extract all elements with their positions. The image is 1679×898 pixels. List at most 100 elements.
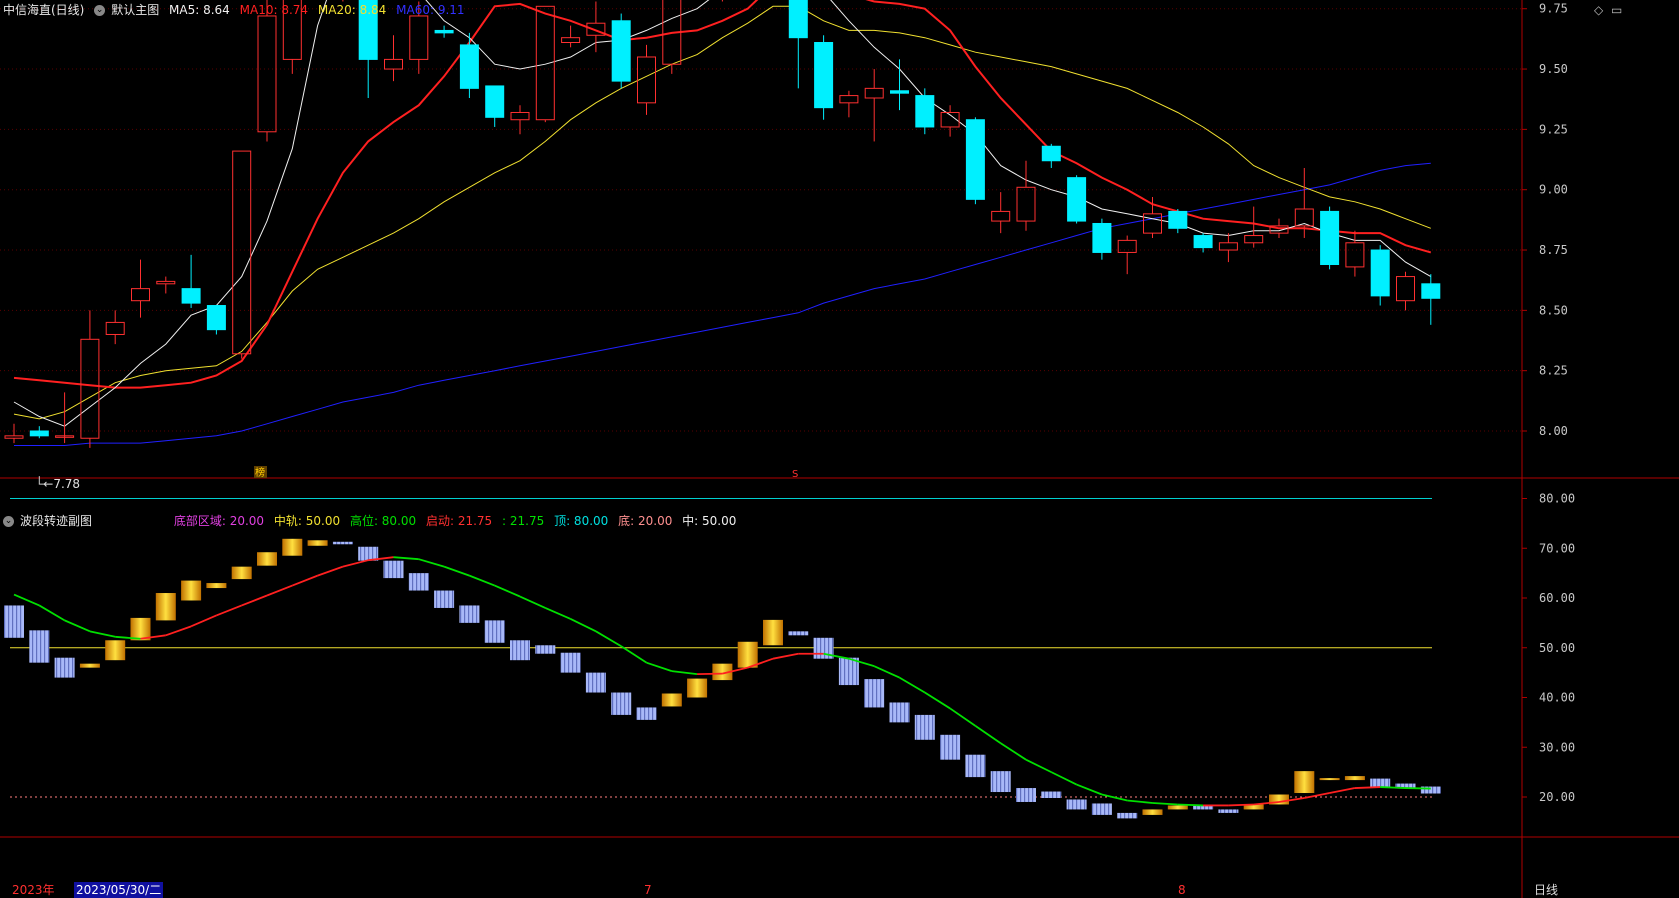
sub-axis-label: 80.00 [1539,492,1575,506]
trend-segment [1152,802,1178,806]
wave-bar-down [459,605,480,623]
stock-title[interactable]: 中信海直(日线) [3,3,84,17]
candle-up [131,288,150,302]
candle-up [105,321,125,335]
wave-bar-down [965,754,986,778]
low-price-label: ←7.78 [43,477,80,491]
candle-down [434,29,454,34]
wave-bar-down [1066,799,1087,810]
wave-bar-up [307,540,328,546]
trend-segment [317,565,344,577]
trend-segment [216,604,243,617]
sub-axis-label: 30.00 [1539,740,1575,754]
candle-up [384,58,403,70]
wave-bar-up [231,566,252,580]
wave-bar-down [864,679,885,708]
candle-up [156,280,176,285]
wave-bar-up [181,580,202,601]
top-label: 顶: 80.00 [554,514,609,528]
candle-down [206,305,226,331]
wave-bar-down [1218,809,1239,813]
main-axis-label: 9.00 [1539,183,1568,197]
sub-axis-label: 70.00 [1539,541,1575,555]
period-button[interactable]: 日线 [1534,882,1558,898]
wave-bar-up [79,663,100,668]
wave-bar-up [1167,805,1188,810]
main-axis-label: 8.50 [1539,303,1568,317]
trend-segment [595,630,622,648]
candle-down [485,85,505,118]
candle-down [1370,249,1390,297]
candle-up [535,5,555,121]
event-marker-s: S [792,469,798,480]
wave-bar-up [105,640,126,661]
ma60-line [14,162,1431,446]
trend-segment [266,584,293,597]
mid-label: 中: 50.00 [682,514,737,528]
stock-chart[interactable]: 11.0010.7510.5010.2510.009.759.509.259.0… [0,0,1679,898]
candle-up [257,15,277,133]
trend-segment [13,593,40,607]
main-axis-label: 8.75 [1539,243,1568,257]
candle-down [965,119,985,200]
trend-segment [1354,786,1381,789]
candle-up [80,338,100,439]
candle-up [561,37,581,44]
cursor-date: 2023/05/30/二 [74,882,164,898]
ma5-label: MA5: 8.64 [169,3,230,17]
candle-down [1193,235,1213,249]
candle-up [991,210,1011,222]
mid-track-label: 中轨: 50.00 [273,514,341,528]
wave-bar-up [661,693,682,707]
indicator-select[interactable]: 默认主图 [111,3,159,17]
candle-down [890,90,909,94]
candle-up [1016,186,1036,222]
wave-bar-down [510,640,530,661]
candle-up [1244,235,1264,244]
trend-segment [1177,803,1204,807]
trend-segment [1000,742,1027,761]
main-axis-label: 9.75 [1539,2,1568,16]
candle-up [4,435,24,439]
wave-bar-down [889,702,910,723]
trend-segment [772,652,799,660]
wave-bar-down [383,560,404,579]
trend-segment [949,707,976,727]
trend-segment [342,559,369,568]
wave-bar-up [687,678,708,698]
trend-segment [519,595,546,609]
start2-label: : 21.75 [502,514,545,528]
wave-bar-down [1016,788,1036,802]
candle-up [1345,242,1365,268]
candle-up [409,15,429,60]
chevron-down-icon[interactable]: ⌄ [3,516,14,527]
sub-indicator-title[interactable]: 波段转迹副图 [20,514,92,528]
trend-segment [1025,758,1052,773]
main-axis-label: 9.25 [1539,122,1568,136]
wave-bar-down [1370,778,1391,788]
chevron-down-icon[interactable]: ⌄ [94,5,106,16]
wave-bar-down [434,590,455,608]
candle-up [1143,213,1162,234]
ma20-line [13,5,1431,420]
candle-up [1218,242,1238,251]
wave-bar-down [4,605,24,638]
ma60-label: MA60: 9.11 [396,3,465,17]
bottom-zone-label: 底部区域: 20.00 [173,514,265,528]
sub-axis-label: 50.00 [1539,641,1575,655]
trend-segment [38,604,66,622]
wave-bar-down [484,620,505,643]
wave-bar-down [838,657,859,686]
wave-bar-up [1319,778,1340,781]
trend-segment [418,558,445,568]
maximize-icon[interactable]: ▭ [1611,3,1622,17]
trend-segment [469,574,496,587]
candle-down [459,44,479,89]
trend-segment [620,645,647,664]
month-8-label: 8 [1178,883,1186,897]
candle-down [611,20,631,82]
trend-segment [165,625,192,637]
wave-bar-down [535,645,556,654]
diamond-icon[interactable]: ◇ [1594,3,1603,17]
wave-bar-down [1091,803,1112,815]
